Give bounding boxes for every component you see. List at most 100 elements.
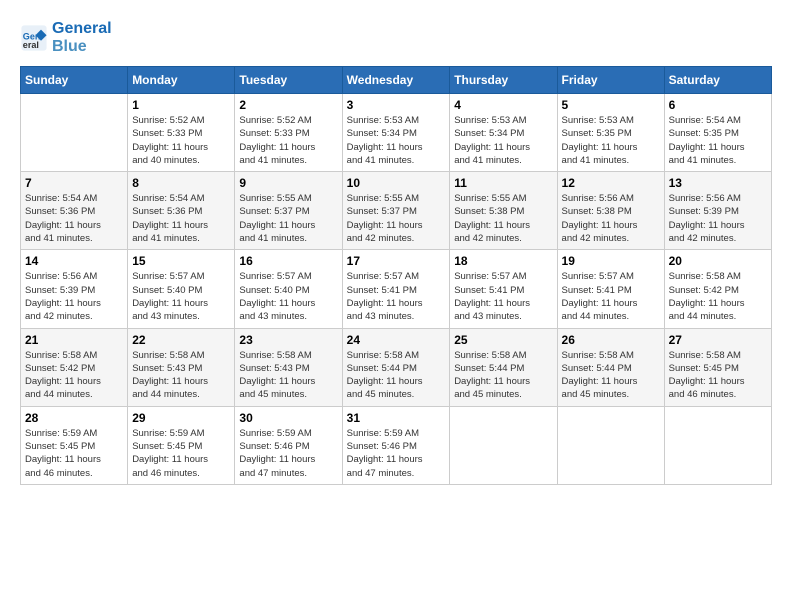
header-monday: Monday: [128, 67, 235, 94]
day-number: 1: [132, 98, 230, 112]
calendar-cell: 10 Sunrise: 5:55 AM Sunset: 5:37 PM Dayli…: [342, 172, 450, 250]
calendar-cell: 29 Sunrise: 5:59 AM Sunset: 5:45 PM Dayli…: [128, 406, 235, 484]
day-number: 10: [347, 176, 446, 190]
calendar-cell: 22 Sunrise: 5:58 AM Sunset: 5:43 PM Dayli…: [128, 328, 235, 406]
day-number: 26: [562, 333, 660, 347]
calendar-week-4: 21 Sunrise: 5:58 AM Sunset: 5:42 PM Dayli…: [21, 328, 772, 406]
svg-text:eral: eral: [23, 40, 39, 50]
day-info: Sunrise: 5:54 AM Sunset: 5:36 PM Dayligh…: [25, 192, 123, 245]
logo-icon: Gen eral: [20, 24, 48, 52]
day-number: 13: [669, 176, 767, 190]
day-number: 25: [454, 333, 552, 347]
day-number: 5: [562, 98, 660, 112]
calendar-cell: 21 Sunrise: 5:58 AM Sunset: 5:42 PM Dayli…: [21, 328, 128, 406]
day-number: 9: [239, 176, 337, 190]
day-info: Sunrise: 5:55 AM Sunset: 5:38 PM Dayligh…: [454, 192, 552, 245]
calendar-cell: 17 Sunrise: 5:57 AM Sunset: 5:41 PM Dayli…: [342, 250, 450, 328]
calendar-week-2: 7Sunrise: 5:54 AM Sunset: 5:36 PM Daylig…: [21, 172, 772, 250]
day-info: Sunrise: 5:58 AM Sunset: 5:43 PM Dayligh…: [239, 349, 337, 402]
day-info: Sunrise: 5:59 AM Sunset: 5:46 PM Dayligh…: [239, 427, 337, 480]
day-info: Sunrise: 5:53 AM Sunset: 5:34 PM Dayligh…: [454, 114, 552, 167]
day-info: Sunrise: 5:58 AM Sunset: 5:44 PM Dayligh…: [562, 349, 660, 402]
day-info: Sunrise: 5:57 AM Sunset: 5:41 PM Dayligh…: [562, 270, 660, 323]
day-number: 23: [239, 333, 337, 347]
calendar-cell: [557, 406, 664, 484]
calendar-cell: 31 Sunrise: 5:59 AM Sunset: 5:46 PM Dayli…: [342, 406, 450, 484]
day-number: 28: [25, 411, 123, 425]
calendar-cell: 24 Sunrise: 5:58 AM Sunset: 5:44 PM Dayli…: [342, 328, 450, 406]
day-number: 27: [669, 333, 767, 347]
calendar-cell: 23 Sunrise: 5:58 AM Sunset: 5:43 PM Dayli…: [235, 328, 342, 406]
day-info: Sunrise: 5:57 AM Sunset: 5:41 PM Dayligh…: [347, 270, 446, 323]
day-number: 29: [132, 411, 230, 425]
calendar-cell: 15Sunrise: 5:57 AM Sunset: 5:40 PM Dayli…: [128, 250, 235, 328]
header-thursday: Thursday: [450, 67, 557, 94]
day-number: 24: [347, 333, 446, 347]
header-wednesday: Wednesday: [342, 67, 450, 94]
calendar-cell: 11 Sunrise: 5:55 AM Sunset: 5:38 PM Dayli…: [450, 172, 557, 250]
header-friday: Friday: [557, 67, 664, 94]
day-number: 6: [669, 98, 767, 112]
day-info: Sunrise: 5:57 AM Sunset: 5:41 PM Dayligh…: [454, 270, 552, 323]
calendar-week-1: 1 Sunrise: 5:52 AM Sunset: 5:33 PM Daylig…: [21, 94, 772, 172]
calendar-cell: [664, 406, 771, 484]
day-info: Sunrise: 5:58 AM Sunset: 5:44 PM Dayligh…: [454, 349, 552, 402]
calendar: SundayMondayTuesdayWednesdayThursdayFrid…: [20, 66, 772, 485]
calendar-cell: 25 Sunrise: 5:58 AM Sunset: 5:44 PM Dayli…: [450, 328, 557, 406]
day-number: 22: [132, 333, 230, 347]
calendar-cell: 27 Sunrise: 5:58 AM Sunset: 5:45 PM Dayli…: [664, 328, 771, 406]
day-info: Sunrise: 5:58 AM Sunset: 5:45 PM Dayligh…: [669, 349, 767, 402]
day-info: Sunrise: 5:54 AM Sunset: 5:36 PM Dayligh…: [132, 192, 230, 245]
calendar-cell: 4Sunrise: 5:53 AM Sunset: 5:34 PM Daylig…: [450, 94, 557, 172]
day-number: 3: [347, 98, 446, 112]
logo-text: General Blue: [52, 20, 112, 56]
day-number: 2: [239, 98, 337, 112]
day-number: 20: [669, 254, 767, 268]
page-header: Gen eral General Blue: [20, 20, 772, 56]
day-number: 19: [562, 254, 660, 268]
calendar-cell: 2 Sunrise: 5:52 AM Sunset: 5:33 PM Daylig…: [235, 94, 342, 172]
calendar-cell: 28Sunrise: 5:59 AM Sunset: 5:45 PM Dayli…: [21, 406, 128, 484]
calendar-cell: 13Sunrise: 5:56 AM Sunset: 5:39 PM Dayli…: [664, 172, 771, 250]
calendar-cell: 16Sunrise: 5:57 AM Sunset: 5:40 PM Dayli…: [235, 250, 342, 328]
day-number: 18: [454, 254, 552, 268]
calendar-cell: 9 Sunrise: 5:55 AM Sunset: 5:37 PM Daylig…: [235, 172, 342, 250]
day-info: Sunrise: 5:59 AM Sunset: 5:45 PM Dayligh…: [132, 427, 230, 480]
day-info: Sunrise: 5:55 AM Sunset: 5:37 PM Dayligh…: [347, 192, 446, 245]
day-info: Sunrise: 5:58 AM Sunset: 5:42 PM Dayligh…: [669, 270, 767, 323]
day-info: Sunrise: 5:54 AM Sunset: 5:35 PM Dayligh…: [669, 114, 767, 167]
calendar-cell: 12 Sunrise: 5:56 AM Sunset: 5:38 PM Dayli…: [557, 172, 664, 250]
day-info: Sunrise: 5:59 AM Sunset: 5:46 PM Dayligh…: [347, 427, 446, 480]
calendar-cell: [450, 406, 557, 484]
day-info: Sunrise: 5:56 AM Sunset: 5:38 PM Dayligh…: [562, 192, 660, 245]
calendar-cell: 7Sunrise: 5:54 AM Sunset: 5:36 PM Daylig…: [21, 172, 128, 250]
day-info: Sunrise: 5:53 AM Sunset: 5:35 PM Dayligh…: [562, 114, 660, 167]
calendar-week-5: 28 Sunrise: 5:59 AM Sunset: 5:45 PM Dayli…: [21, 406, 772, 484]
day-info: Sunrise: 5:58 AM Sunset: 5:43 PM Dayligh…: [132, 349, 230, 402]
day-info: Sunrise: 5:58 AM Sunset: 5:44 PM Dayligh…: [347, 349, 446, 402]
day-number: 12: [562, 176, 660, 190]
calendar-cell: 14Sunrise: 5:56 AM Sunset: 5:39 PM Dayli…: [21, 250, 128, 328]
calendar-week-3: 14Sunrise: 5:56 AM Sunset: 5:39 PM Dayli…: [21, 250, 772, 328]
day-number: 31: [347, 411, 446, 425]
header-tuesday: Tuesday: [235, 67, 342, 94]
day-info: Sunrise: 5:53 AM Sunset: 5:34 PM Dayligh…: [347, 114, 446, 167]
calendar-cell: 5 Sunrise: 5:53 AM Sunset: 5:35 PM Daylig…: [557, 94, 664, 172]
day-number: 8: [132, 176, 230, 190]
calendar-cell: 18 Sunrise: 5:57 AM Sunset: 5:41 PM Dayli…: [450, 250, 557, 328]
header-saturday: Saturday: [664, 67, 771, 94]
calendar-cell: 20 Sunrise: 5:58 AM Sunset: 5:42 PM Dayli…: [664, 250, 771, 328]
day-info: Sunrise: 5:52 AM Sunset: 5:33 PM Dayligh…: [132, 114, 230, 167]
day-number: 21: [25, 333, 123, 347]
day-number: 15: [132, 254, 230, 268]
day-info: Sunrise: 5:52 AM Sunset: 5:33 PM Dayligh…: [239, 114, 337, 167]
day-info: Sunrise: 5:56 AM Sunset: 5:39 PM Dayligh…: [25, 270, 123, 323]
day-info: Sunrise: 5:55 AM Sunset: 5:37 PM Dayligh…: [239, 192, 337, 245]
calendar-cell: 3 Sunrise: 5:53 AM Sunset: 5:34 PM Daylig…: [342, 94, 450, 172]
calendar-cell: 1 Sunrise: 5:52 AM Sunset: 5:33 PM Daylig…: [128, 94, 235, 172]
day-info: Sunrise: 5:58 AM Sunset: 5:42 PM Dayligh…: [25, 349, 123, 402]
day-number: 17: [347, 254, 446, 268]
day-number: 11: [454, 176, 552, 190]
day-number: 16: [239, 254, 337, 268]
logo: Gen eral General Blue: [20, 20, 112, 56]
